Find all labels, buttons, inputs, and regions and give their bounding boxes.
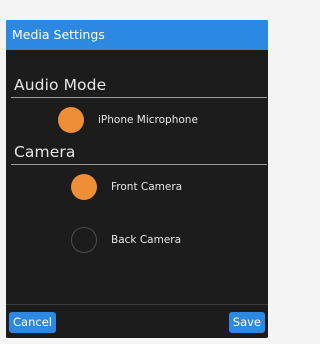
media-settings-dialog: Media Settings Audio Mode iPhone Microph… [6, 20, 268, 338]
radio-option-front-camera[interactable]: Front Camera [71, 174, 182, 200]
screen-background: Media Settings Audio Mode iPhone Microph… [0, 0, 275, 344]
dialog-title: Media Settings [6, 20, 268, 50]
radio-option-iphone-microphone[interactable]: iPhone Microphone [58, 107, 198, 133]
radio-selected-icon[interactable] [71, 174, 97, 200]
dialog-footer: Cancel Save [6, 304, 268, 338]
radio-selected-icon[interactable] [58, 107, 84, 133]
radio-unselected-icon[interactable] [71, 227, 97, 253]
audio-mode-divider [11, 97, 267, 98]
radio-label-front-camera: Front Camera [111, 181, 183, 193]
dialog-content: Audio Mode iPhone Microphone Camera Fron… [6, 50, 268, 304]
radio-label-back-camera: Back Camera [111, 234, 182, 246]
radio-label-iphone-microphone: iPhone Microphone [98, 114, 198, 126]
save-button[interactable]: Save [228, 312, 265, 333]
audio-mode-heading: Audio Mode [14, 76, 107, 94]
cancel-button[interactable]: Cancel [9, 312, 56, 333]
camera-heading: Camera [14, 143, 76, 161]
camera-divider [11, 164, 267, 165]
radio-option-back-camera[interactable]: Back Camera [71, 227, 181, 253]
